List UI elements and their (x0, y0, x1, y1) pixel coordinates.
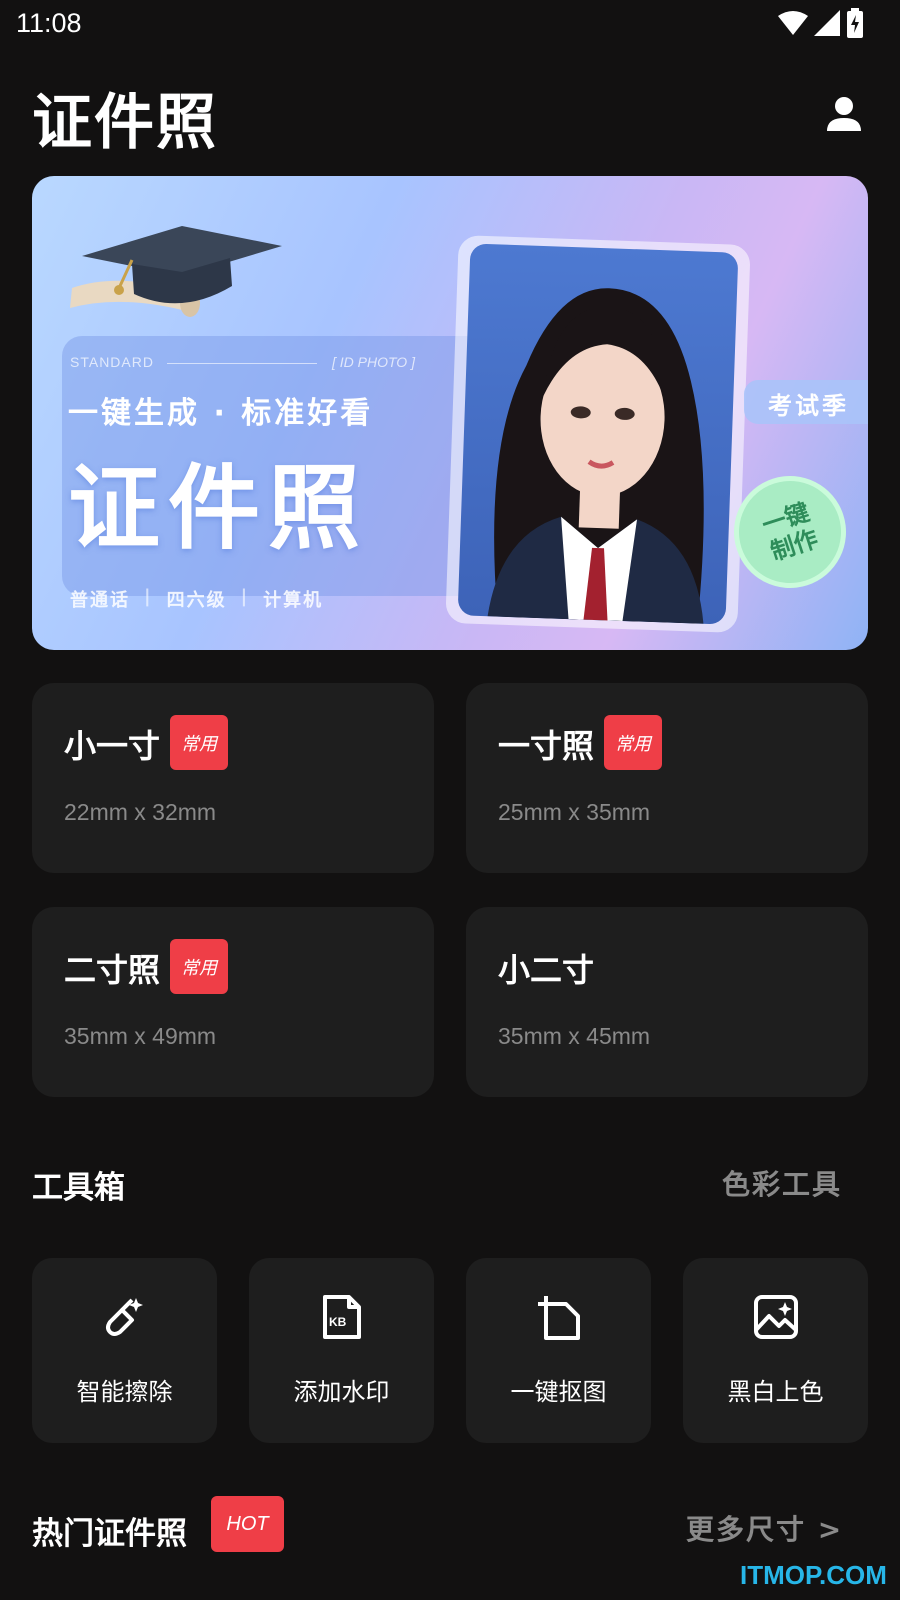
kb-file-icon: KB (317, 1292, 367, 1342)
hot-badge: HOT (211, 1496, 284, 1552)
size-card-name: 二寸照 (64, 951, 161, 989)
toolbox-title: 工具箱 (32, 1170, 125, 1206)
status-time: 11:08 (16, 8, 82, 38)
tool-one-click-cutout[interactable]: 一键抠图 (466, 1258, 651, 1443)
common-tag: 常用 (170, 715, 228, 770)
site-watermark: ITMOP.COM (740, 1560, 887, 1590)
size-card-name: 一寸照 (498, 727, 595, 765)
banner-tag-id-photo: [ ID PHOTO ] (332, 354, 415, 370)
size-card-small-2-inch[interactable]: 小二寸 35mm x 45mm (466, 907, 868, 1097)
size-card-2-inch[interactable]: 二寸照 常用 35mm x 49mm (32, 907, 434, 1097)
size-card-name: 小一寸 (64, 727, 161, 765)
exam-season-badge: 考试季 (744, 380, 868, 424)
wifi-icon (778, 11, 808, 35)
tool-add-watermark[interactable]: KB 添加水印 (249, 1258, 434, 1443)
banner-main-text: 证件照 (68, 455, 369, 562)
tool-label: 黑白上色 (727, 1378, 824, 1406)
hot-photos-title: 热门证件照 (32, 1516, 187, 1552)
size-card-1-inch[interactable]: 一寸照 常用 25mm x 35mm (466, 683, 868, 873)
tool-label: 添加水印 (293, 1378, 390, 1406)
common-tag: 常用 (604, 715, 662, 770)
banner-tag: 四六级 (166, 590, 227, 611)
page-title: 证件照 (32, 88, 218, 158)
size-card-dims: 25mm x 35mm (498, 799, 651, 825)
banner-tags: 普通话 | 四六级 | 计算机 (70, 586, 323, 612)
common-tag: 常用 (170, 939, 228, 994)
size-card-dims: 35mm x 45mm (498, 1023, 651, 1049)
magic-eraser-icon (100, 1292, 150, 1342)
banner-tag-separator: | (144, 586, 153, 607)
tool-label: 智能擦除 (76, 1378, 173, 1406)
svg-text:KB: KB (329, 1315, 347, 1329)
sample-portrait-photo (457, 243, 739, 625)
profile-button[interactable] (820, 90, 868, 138)
promo-banner[interactable]: STANDARD [ ID PHOTO ] 一键生成 · 标准好看 证件照 普通… (32, 176, 868, 650)
person-icon (827, 97, 861, 131)
banner-subtitle: 一键生成 · 标准好看 (68, 396, 374, 431)
banner-tag-standard: STANDARD (70, 354, 154, 370)
banner-tag-separator: | (240, 586, 250, 607)
size-card-dims: 35mm x 49mm (64, 1023, 217, 1049)
status-bar: 11:08 (0, 0, 900, 50)
tool-colorize[interactable]: 黑白上色 (683, 1258, 868, 1443)
size-card-name: 小二寸 (498, 951, 595, 989)
banner-divider (167, 363, 317, 364)
tool-label: 一键抠图 (510, 1378, 607, 1406)
image-icon (751, 1292, 801, 1342)
signal-icon (814, 10, 840, 36)
more-sizes-link[interactable]: 更多尺寸 > (686, 1508, 843, 1548)
status-icons (778, 8, 864, 38)
graduation-cap-icon (70, 226, 282, 317)
size-card-dims: 22mm x 32mm (64, 799, 217, 825)
size-card-small-1-inch[interactable]: 小一寸 常用 22mm x 32mm (32, 683, 434, 873)
color-tools-link[interactable]: 色彩工具 (722, 1163, 842, 1203)
tool-smart-erase[interactable]: 智能擦除 (32, 1258, 217, 1443)
battery-charging-icon (847, 8, 863, 38)
banner-tag: 普通话 (70, 590, 130, 611)
crop-icon (534, 1292, 584, 1342)
banner-tag: 计算机 (263, 590, 324, 611)
